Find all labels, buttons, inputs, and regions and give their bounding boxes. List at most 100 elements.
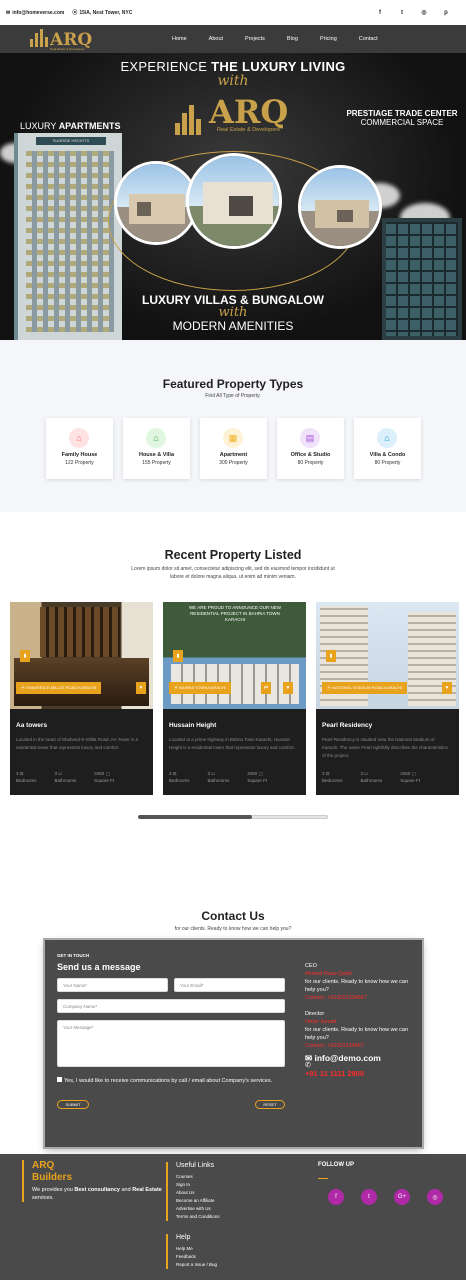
facebook-icon[interactable]: f [376,9,384,17]
bathrooms: 3 ⊔ Bathrooms [360,771,383,783]
area: 3450 ▢ Square Ft [94,771,115,783]
contact-email[interactable]: ✉ info@demo.com [305,1054,415,1063]
property-banner-text: WE ARE PROUD TO ANNOUNCE OUR NEW RESIDEN… [188,605,282,622]
property-type-card[interactable]: ⌂ Villa & Condo 80 Property [354,418,421,479]
footer-link[interactable]: About Us [176,1189,220,1197]
property-title[interactable]: Aa towers [16,722,47,729]
footer: ARQ Builders We provides you Best consul… [0,1154,466,1280]
useful-links: Useful Links Courses Sign In About Us Be… [166,1162,220,1221]
favorite-button[interactable]: ♥ [136,682,146,694]
hero-logo-word: ARQ [209,93,289,131]
recent-subtitle-2: labore et dolore magna aliqua. ut enim a… [170,574,296,580]
area: 3450 ▢ Square Ft [247,771,268,783]
house-icon: ⌂ [69,428,89,448]
footer-link[interactable]: Report a Issue / Bug [176,1261,217,1269]
footer-link[interactable]: Terms and Conditions [176,1213,220,1221]
hero-logo-subtitle: Real Estate & Developers [217,127,280,133]
google-plus-icon[interactable]: G+ [394,1189,410,1205]
page: ✉ info@homeverse.com ⦿ 15/A, Nest Tower,… [0,0,466,1280]
property-location-tag: ⦿ BAHRIA TOWN,KARACHI [169,682,231,694]
footer-link[interactable]: Advertise with Us [176,1205,220,1213]
company-field[interactable]: Company Name* [57,999,285,1013]
topbar-email[interactable]: ✉ info@homeverse.com [6,10,64,16]
useful-links-title: Useful Links [176,1162,215,1169]
logo[interactable]: ARQ Real Estate & Developers [28,27,92,51]
nav-about[interactable]: About [209,36,223,42]
property-type-card[interactable]: ▦ Apartment 300 Property [200,418,267,479]
area-icon: ▢ [258,771,263,776]
email-field[interactable]: Your Email* [174,978,285,992]
pinterest-icon[interactable]: p [442,9,450,17]
contact-subtitle: for our clients. Ready to know how we ca… [174,926,292,932]
facebook-icon[interactable]: f [328,1189,344,1205]
message-field[interactable]: Your Message* [57,1020,285,1067]
property-type-count: 155 Property [142,460,171,466]
featured-property-types-section: Featured Property Types Find All Type of… [0,340,466,512]
property-title[interactable]: Hussain Height [169,722,216,729]
consent-checkbox[interactable]: Yes, I would like to receive communicati… [57,1077,285,1085]
nav-home[interactable]: Home [172,36,187,42]
favorite-button[interactable]: ♥ [442,682,452,694]
submit-button[interactable]: SUBMIT [57,1100,89,1109]
property-type-count: 122 Property [65,460,94,466]
property-type-count: 80 Property [297,460,324,466]
footer-link[interactable]: Help Me [176,1245,217,1253]
instagram-icon[interactable]: ◎ [427,1189,443,1205]
property-type-card[interactable]: ⌂ Family House 122 Property [46,418,113,479]
name-field[interactable]: Your Name* [57,978,168,992]
property-location-tag: ⦿ NATIONAL STADIUM ROAD,KARACHI [322,682,408,694]
footer-link[interactable]: Sign In [176,1181,220,1189]
checkbox-icon [57,1077,62,1082]
property-title[interactable]: Pearl Residency [322,722,372,729]
property-type-card[interactable]: ⌂ House & Villa 155 Property [123,418,190,479]
twitter-icon[interactable]: t [361,1189,377,1205]
property-type-card[interactable]: ▤ Office & Studio 80 Property [277,418,344,479]
ceo-contact[interactable]: Contact: +923001234567 [305,994,415,1002]
featured-title: Featured Property Types [162,377,304,391]
property-card[interactable]: ▮ ⦿ NATIONAL STADIUM ROAD,KARACHI ♥ Pear… [316,602,459,795]
share-button[interactable]: ⇄ [261,682,271,694]
nav-blog[interactable]: Blog [287,36,298,42]
bath-icon: ⊔ [364,771,368,776]
topbar-email-text: info@homeverse.com [12,9,65,16]
footer-link[interactable]: Feedback [176,1253,217,1261]
property-type-name: Family House [61,452,98,458]
footer-link[interactable]: Courses [176,1173,220,1181]
favorite-button[interactable]: ♥ [283,682,293,694]
villa-photo-center [186,153,282,249]
bathrooms: 3 ⊔ Bathrooms [54,771,77,783]
nav-pricing[interactable]: Pricing [320,36,337,42]
property-meta: 3 ⊟ Bedrooms 3 ⊔ Bathrooms 3450 ▢ Square Ft [169,770,267,784]
footer-brand: ARQ Builders We provides you Best consul… [22,1160,162,1202]
property-location-tag: ⦿ SHAHEED-E-MILLAT ROAD,KARACHI [16,682,101,694]
footer-link[interactable]: Become an Affiliate [176,1197,220,1205]
trade-center-label: PRESTIAGE TRADE CENTER COMMERCIAL SPACE [346,109,458,127]
footer-brand-name: ARQ [32,1160,55,1171]
instagram-icon[interactable]: ◎ [420,9,428,17]
recent-subtitle-1: Lorem ipsum dolor sit amet, consectetur … [131,566,335,572]
follow-divider [318,1178,328,1179]
property-type-name: Office & Studio [290,452,331,458]
building-sign: SUNRISE HEIGHTS [36,137,106,145]
topbar-socials: f t ◎ p [376,9,460,17]
property-card[interactable]: WE ARE PROUD TO ANNOUNCE OUR NEW RESIDEN… [163,602,306,795]
logo-subtitle: Real Estate & Developers [50,47,85,51]
bathrooms: 3 ⊔ Bathrooms [207,771,230,783]
featured-badge: ▮ [173,650,183,662]
reset-button[interactable]: RESET [255,1100,285,1109]
nav-contact[interactable]: Contact [359,36,378,42]
ceo-text: for our clients. Ready to know how we ca… [305,979,409,993]
nav-projects[interactable]: Projects [245,36,265,42]
property-type-name: Villa & Condo [369,452,406,458]
contact-phone[interactable]: +91 11 1111 2900 [305,1070,415,1078]
carousel-scrollbar[interactable] [138,815,328,819]
twitter-icon[interactable]: t [398,9,406,17]
bedrooms: 3 ⊟ Bedrooms [322,771,343,783]
villa-photo-right [298,165,382,249]
property-card[interactable]: ▮ ⦿ SHAHEED-E-MILLAT ROAD,KARACHI ♥ Aa t… [10,602,153,795]
send-message-heading: Send us a message [57,962,141,972]
director-contact[interactable]: Contact: +92301234567 [305,1042,415,1050]
top-bar: ✉ info@homeverse.com ⦿ 15/A, Nest Tower,… [0,0,466,25]
property-description: Located at a prime highway in Bahria Tow… [169,737,296,750]
carousel-scrollbar-thumb[interactable] [138,815,252,819]
